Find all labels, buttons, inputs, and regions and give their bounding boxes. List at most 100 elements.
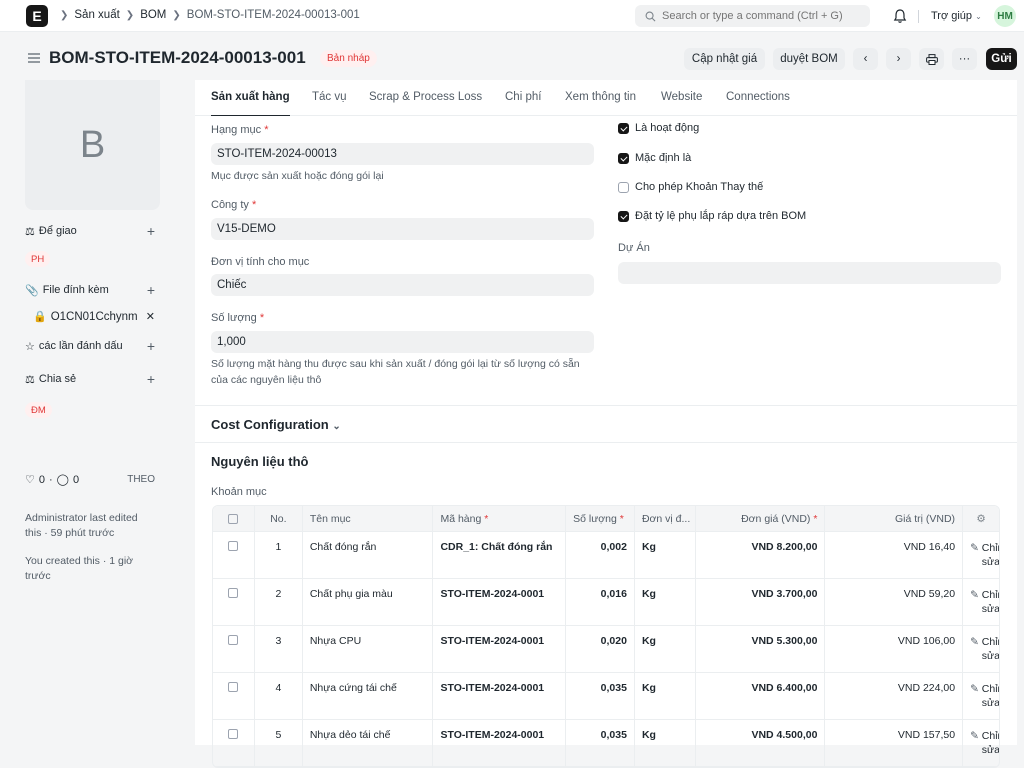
row-uom[interactable]: Kg: [635, 720, 696, 766]
close-icon[interactable]: ✕: [146, 310, 155, 323]
row-item-name[interactable]: Nhựa cứng tái chế: [303, 673, 434, 719]
settings-icon[interactable]: ⚙: [976, 513, 985, 525]
app-logo[interactable]: E: [26, 5, 48, 27]
help-dropdown[interactable]: Trợ giúp ⌄: [931, 10, 982, 22]
image-placeholder[interactable]: B: [25, 80, 160, 210]
row-checkbox[interactable]: [228, 541, 239, 551]
bell-icon[interactable]: [893, 8, 907, 24]
row-select-cell[interactable]: [213, 579, 255, 625]
row-qty[interactable]: 0,016: [566, 579, 635, 625]
row-qty[interactable]: 0,035: [566, 720, 635, 766]
add-share-icon[interactable]: +: [147, 371, 155, 387]
table-row[interactable]: 5 Nhựa dẻo tái chế STO-ITEM-2024-0001 0,035…: [213, 720, 999, 767]
row-select-cell[interactable]: [213, 626, 255, 672]
row-qty[interactable]: 0,002: [566, 532, 635, 578]
row-select-cell[interactable]: [213, 532, 255, 578]
column-settings[interactable]: ⚙: [963, 506, 999, 531]
row-amount[interactable]: VND 157,50: [825, 720, 964, 766]
next-button[interactable]: ›: [886, 48, 911, 70]
row-uom[interactable]: Kg: [635, 626, 696, 672]
edit-icon[interactable]: ✎: [970, 541, 979, 578]
checkbox-checked-icon[interactable]: [618, 152, 629, 164]
row-edit-button[interactable]: ✎ Chỉnh sửa: [963, 626, 999, 672]
table-row[interactable]: 1 Chất đóng rắn CDR_1: Chất đóng rắn 0,002 K…: [213, 532, 999, 579]
project-field[interactable]: [618, 262, 1001, 284]
previous-button[interactable]: ‹: [853, 48, 878, 70]
row-checkbox[interactable]: [228, 635, 239, 645]
checkbox-unchecked-icon[interactable]: [618, 181, 629, 193]
row-rate[interactable]: VND 8.200,00: [696, 532, 826, 578]
set-rate-checkbox[interactable]: Đặt tỷ lệ phụ lắp ráp dựa trên BOM: [618, 210, 806, 222]
add-like-icon[interactable]: +: [147, 338, 155, 354]
row-edit-label[interactable]: Chỉnh sửa: [982, 588, 999, 625]
add-attachment-icon[interactable]: +: [147, 282, 155, 298]
follow-link[interactable]: THEO: [127, 474, 155, 485]
row-edit-label[interactable]: Chỉnh sửa: [982, 635, 999, 672]
row-item-name[interactable]: Chất phụ gia màu: [303, 579, 434, 625]
search-input[interactable]: [662, 10, 852, 22]
row-edit-label[interactable]: Chỉnh sửa: [982, 682, 999, 719]
row-item-code[interactable]: STO-ITEM-2024-0001: [433, 579, 567, 625]
row-rate[interactable]: VND 5.300,00: [696, 626, 826, 672]
tab-website[interactable]: Website: [661, 91, 702, 103]
uom-field[interactable]: Chiếc: [211, 274, 594, 296]
cost-configuration-header[interactable]: Cost Configuration ⌄: [211, 417, 341, 432]
tab-more-info[interactable]: Xem thông tin: [565, 91, 636, 103]
submit-button[interactable]: Gửi: [986, 48, 1017, 70]
comment-icon[interactable]: ◯: [57, 473, 69, 486]
row-qty[interactable]: 0,020: [566, 626, 635, 672]
select-all-checkbox[interactable]: [228, 513, 239, 524]
row-rate[interactable]: VND 4.500,00: [696, 720, 826, 766]
row-rate[interactable]: VND 3.700,00: [696, 579, 826, 625]
edit-icon[interactable]: ✎: [970, 682, 979, 719]
company-field[interactable]: V15-DEMO: [211, 218, 594, 240]
more-options-button[interactable]: ···: [952, 48, 977, 70]
quantity-field[interactable]: 1,000: [211, 331, 594, 353]
checkbox-checked-icon[interactable]: [618, 122, 629, 134]
row-qty[interactable]: 0,035: [566, 673, 635, 719]
row-checkbox[interactable]: [228, 682, 239, 692]
heart-icon[interactable]: ♡: [25, 473, 35, 486]
row-rate[interactable]: VND 6.400,00: [696, 673, 826, 719]
shared-user-pill[interactable]: ĐM: [25, 402, 52, 418]
update-price-button[interactable]: Cập nhật giá: [684, 48, 765, 70]
row-edit-button[interactable]: ✎ Chỉnh sửa: [963, 720, 999, 766]
tab-costing[interactable]: Chi phí: [505, 91, 541, 103]
row-amount[interactable]: VND 59,20: [825, 579, 964, 625]
row-edit-label[interactable]: Chỉnh sửa: [982, 541, 999, 578]
assignee-pill[interactable]: PH: [25, 251, 51, 267]
row-select-cell[interactable]: [213, 673, 255, 719]
user-avatar[interactable]: HM: [994, 5, 1016, 27]
tab-production[interactable]: Sản xuất hàng: [211, 91, 290, 116]
attachment-file[interactable]: 🔒 O1CN01Cchynm ✕: [33, 310, 155, 324]
row-edit-button[interactable]: ✎ Chỉnh sửa: [963, 532, 999, 578]
edit-icon[interactable]: ✎: [970, 729, 979, 766]
is-active-checkbox[interactable]: Là hoạt động: [618, 122, 699, 134]
edit-icon[interactable]: ✎: [970, 588, 979, 625]
row-uom[interactable]: Kg: [635, 673, 696, 719]
row-edit-button[interactable]: ✎ Chỉnh sửa: [963, 673, 999, 719]
row-item-name[interactable]: Chất đóng rắn: [303, 532, 434, 578]
tab-operations[interactable]: Tác vụ: [312, 91, 347, 103]
row-item-code[interactable]: STO-ITEM-2024-0001: [433, 720, 567, 766]
row-uom[interactable]: Kg: [635, 532, 696, 578]
table-row[interactable]: 4 Nhựa cứng tái chế STO-ITEM-2024-0001 0,03…: [213, 673, 999, 720]
row-item-name[interactable]: Nhựa CPU: [303, 626, 434, 672]
row-item-name[interactable]: Nhựa dẻo tái chế: [303, 720, 434, 766]
row-select-cell[interactable]: [213, 720, 255, 766]
row-item-code[interactable]: CDR_1: Chất đóng rắn: [433, 532, 567, 578]
is-default-checkbox[interactable]: Mặc định là: [618, 152, 691, 164]
row-checkbox[interactable]: [228, 588, 239, 598]
row-checkbox[interactable]: [228, 729, 239, 739]
print-button[interactable]: [919, 48, 944, 70]
checkbox-checked-icon[interactable]: [618, 210, 629, 222]
menu-icon[interactable]: [28, 53, 40, 63]
select-all-cell[interactable]: [213, 506, 255, 531]
tab-connections[interactable]: Connections: [726, 91, 790, 103]
table-row[interactable]: 2 Chất phụ gia màu STO-ITEM-2024-0001 0,016…: [213, 579, 999, 626]
browse-bom-button[interactable]: duyệt BOM: [773, 48, 845, 70]
allow-alternative-checkbox[interactable]: Cho phép Khoản Thay thế: [618, 181, 763, 193]
row-amount[interactable]: VND 106,00: [825, 626, 964, 672]
row-amount[interactable]: VND 16,40: [825, 532, 964, 578]
breadcrumb-bom[interactable]: BOM: [140, 9, 166, 21]
